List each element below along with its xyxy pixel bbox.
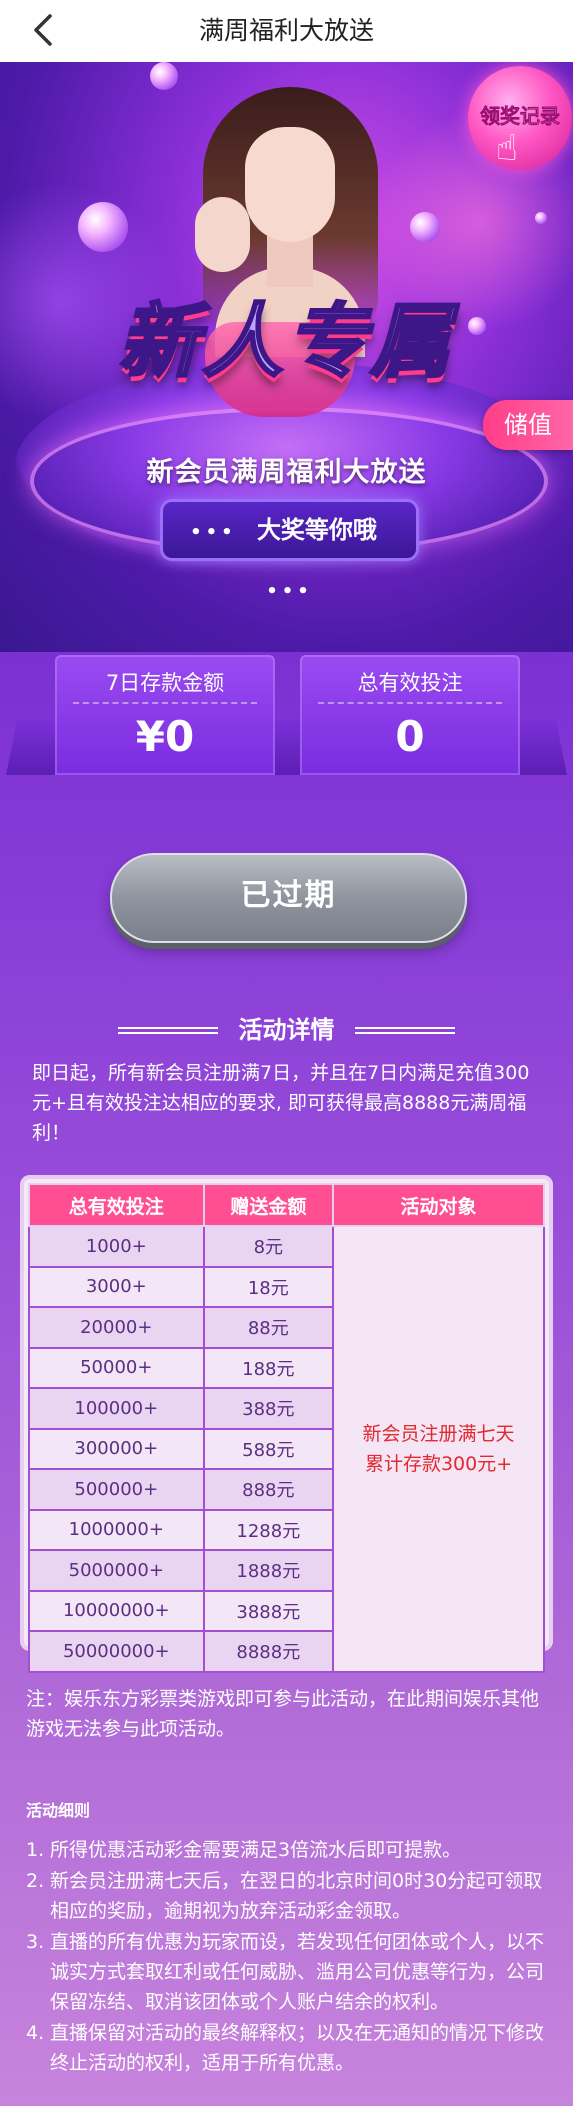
note-text: 注：娱乐东方彩票类游戏即可参与此活动，在此期间娱乐其他游戏无法参与此项活动。 (26, 1688, 540, 1740)
pill-dots: ••• (266, 581, 313, 602)
target-line: 新会员注册满七天 (362, 1422, 515, 1445)
table-cell: 300000+ (28, 1427, 205, 1470)
section-title: 活动详情 (0, 1012, 573, 1048)
target-cell: 新会员注册满七天 累计存款300元+ (332, 1225, 545, 1673)
table-cell: 1000000+ (28, 1508, 205, 1551)
table-cell: 3000+ (28, 1265, 205, 1308)
divider (73, 702, 257, 704)
table-cell: 500000+ (28, 1468, 205, 1511)
pill-text: 大奖等你哦 (256, 516, 377, 544)
table-cell: 18元 (202, 1265, 335, 1308)
banner-headline: 新人专属 (117, 294, 455, 390)
stat-label: 总有效投注 (357, 671, 463, 695)
divider (318, 702, 502, 704)
reward-table: 总有效投注 赠送金额 活动对象 1000+ 8元 新会员注册满七天 累计存款30… (28, 1183, 545, 1673)
table-cell: 8元 (202, 1225, 335, 1268)
pointer-hand-icon: ☝ (496, 128, 518, 169)
decor-orb (78, 202, 128, 252)
title-line (355, 1027, 455, 1034)
rules-list: 1. 所得优惠活动彩金需要满足3倍流水后即可提款。 2. 新会员注册满七天后，在翌日… (26, 1835, 553, 2079)
table-cell: 1888元 (202, 1549, 335, 1592)
list-item: 3. 直播的所有优惠为玩家而设，若发现任何团体或个人，以不诚实方式套取红利或任何威… (26, 1931, 545, 2013)
target-line: 累计存款300元+ (364, 1452, 513, 1475)
table-cell: 388元 (202, 1387, 335, 1430)
table-header: 总有效投注 (28, 1183, 205, 1227)
table-cell: 1288元 (202, 1508, 335, 1551)
stat-value: 0 (395, 712, 425, 761)
recharge-button[interactable]: 储值 (483, 400, 573, 450)
table-cell: 1000+ (28, 1225, 205, 1268)
table-header: 赠送金额 (202, 1183, 335, 1227)
rule-text: 所得优惠活动彩金需要满足3倍流水后即可提款。 (50, 1839, 462, 1861)
rule-text: 新会员注册满七天后，在翌日的北京时间0时30分起可领取相应的奖励，逾期视为放弃活… (50, 1870, 543, 1922)
rule-text: 直播保留对活动的最终解释权；以及在无通知的情况下修改终止活动的权利，适用于所有优… (50, 2022, 545, 2074)
list-item: 1. 所得优惠活动彩金需要满足3倍流水后即可提款。 (26, 1839, 462, 1861)
table-cell: 88元 (202, 1306, 335, 1349)
prize-record-label: 领奖记录 (480, 104, 561, 129)
pill-dots: ••• (190, 522, 237, 543)
stat-bets: 总有效投注 0 (300, 655, 520, 775)
title-line (118, 1027, 218, 1034)
table-cell: 20000+ (28, 1306, 205, 1349)
page: 满周福利大放送 新人专属 新会员满周福利大放送 ••• 大奖等你哦 ••• 领奖… (0, 0, 573, 2106)
table-header: 活动对象 (332, 1183, 545, 1227)
promo-banner: 新人专属 新会员满周福利大放送 ••• 大奖等你哦 ••• 领奖记录 ☝ 储值 (0, 62, 573, 652)
table-cell: 50000000+ (28, 1630, 205, 1673)
table-cell: 5000000+ (28, 1549, 205, 1592)
banner-subline: 新会员满周福利大放送 (146, 457, 427, 488)
decor-orb (150, 62, 178, 90)
nav-bar: 满周福利大放送 (0, 0, 573, 62)
table-cell: 888元 (202, 1468, 335, 1511)
stat-label: 7日存款金额 (105, 671, 225, 695)
rule-text: 直播的所有优惠为玩家而设，若发现任何团体或个人，以不诚实方式套取红利或任何威胁、… (50, 1931, 545, 2013)
section-title-text: 活动详情 (238, 1016, 335, 1044)
page-title: 满周福利大放送 (198, 16, 374, 45)
activity-description: 即日起，所有新会员注册满7日，并且在7日内满足充值300元+且有效投注达相应的要… (32, 1062, 530, 1144)
rules-title: 活动细则 (26, 1801, 91, 1820)
list-item: 4. 直播保留对活动的最终解释权；以及在无通知的情况下修改终止活动的权利，适用于所… (26, 2022, 545, 2074)
stat-value: ¥0 (135, 712, 195, 761)
decor-orb (535, 212, 547, 224)
decor-orb (410, 212, 440, 242)
prize-record-button[interactable]: 领奖记录 ☝ (468, 66, 572, 170)
table-cell: 3888元 (202, 1589, 335, 1632)
table-cell: 100000+ (28, 1387, 205, 1430)
table-row: 1000+ 8元 新会员注册满七天 累计存款300元+ (28, 1225, 545, 1673)
expired-button[interactable]: 已过期 (110, 853, 467, 943)
reward-table-container: 总有效投注 赠送金额 活动对象 1000+ 8元 新会员注册满七天 累计存款30… (20, 1175, 553, 1673)
table-cell: 10000000+ (28, 1589, 205, 1632)
list-item: 2. 新会员注册满七天后，在翌日的北京时间0时30分起可领取相应的奖励，逾期视为放… (26, 1870, 543, 1922)
stat-deposit: 7日存款金额 ¥0 (55, 655, 275, 775)
table-cell: 188元 (202, 1346, 335, 1389)
table-cell: 8888元 (202, 1630, 335, 1673)
banner-pill: ••• 大奖等你哦 ••• (160, 499, 419, 602)
table-cell: 50000+ (28, 1346, 205, 1389)
table-cell: 588元 (202, 1427, 335, 1470)
